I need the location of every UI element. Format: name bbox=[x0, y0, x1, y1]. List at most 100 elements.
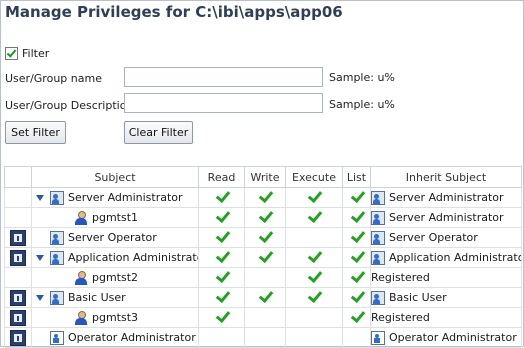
list-cell bbox=[342, 287, 371, 308]
check-icon bbox=[215, 270, 229, 282]
inherit-subject-name: Application Administrator bbox=[389, 250, 522, 264]
clear-filter-button[interactable]: Clear Filter bbox=[124, 121, 193, 144]
subject-cell: pgmtst2 bbox=[31, 267, 199, 288]
inherit-subject-cell: Server Administrator bbox=[370, 187, 522, 208]
subject-name[interactable]: pgmtst2 bbox=[92, 271, 138, 284]
subject-name[interactable]: Server Administrator bbox=[68, 191, 183, 204]
list-cell bbox=[342, 307, 371, 328]
execute-cell bbox=[285, 247, 343, 268]
user-group-description-label: User/Group Description bbox=[5, 99, 134, 112]
inherit-subject-cell: Registered bbox=[370, 307, 522, 328]
group-icon bbox=[371, 190, 385, 205]
check-icon bbox=[350, 290, 364, 302]
table-row[interactable]: Server Administrator Server Administrator bbox=[4, 187, 522, 208]
role-icon bbox=[50, 330, 64, 345]
user-group-description-input[interactable] bbox=[124, 93, 323, 113]
sample-hint-1: Sample: u% bbox=[329, 71, 395, 84]
subject-name[interactable]: pgmtst3 bbox=[92, 311, 138, 324]
check-icon bbox=[215, 230, 229, 242]
edit-privileges-icon[interactable] bbox=[10, 229, 26, 246]
subject-name[interactable]: Operator Administrator bbox=[68, 331, 196, 344]
header-inherit-subject[interactable]: Inherit Subject bbox=[370, 166, 522, 188]
read-cell bbox=[198, 247, 245, 268]
read-cell bbox=[198, 187, 245, 208]
read-cell bbox=[198, 327, 245, 348]
subject-cell: Operator Administrator bbox=[31, 327, 199, 348]
edit-privileges-icon[interactable] bbox=[10, 289, 26, 306]
check-icon bbox=[350, 270, 364, 282]
execute-cell bbox=[285, 207, 343, 228]
execute-cell bbox=[285, 307, 343, 328]
table-row[interactable]: Basic User Basic User bbox=[4, 287, 522, 308]
edit-privileges-icon[interactable] bbox=[10, 249, 26, 266]
group-icon bbox=[50, 230, 64, 245]
list-cell bbox=[342, 327, 371, 348]
header-list[interactable]: List bbox=[342, 166, 371, 188]
subject-name[interactable]: Application Administrator bbox=[68, 251, 198, 264]
table-row[interactable]: pgmtst2 Registered bbox=[4, 267, 522, 288]
list-cell bbox=[342, 247, 371, 268]
check-icon bbox=[307, 290, 321, 302]
write-cell bbox=[244, 207, 286, 228]
header-edit-column bbox=[4, 166, 32, 188]
row-edit-cell bbox=[4, 327, 32, 348]
table-row[interactable]: Server Operator Server Operator bbox=[4, 227, 522, 248]
row-edit-cell bbox=[4, 267, 32, 288]
check-icon bbox=[215, 310, 229, 322]
subject-name[interactable]: Basic User bbox=[68, 291, 126, 304]
table-row[interactable]: Application Administrator Application Adm… bbox=[4, 247, 522, 268]
edit-privileges-icon[interactable] bbox=[10, 309, 26, 326]
write-cell bbox=[244, 267, 286, 288]
header-subject[interactable]: Subject bbox=[31, 166, 199, 188]
write-cell bbox=[244, 287, 286, 308]
check-icon bbox=[307, 210, 321, 222]
privileges-table: Subject Read Write Execute List Inherit … bbox=[4, 166, 522, 348]
header-write[interactable]: Write bbox=[244, 166, 286, 188]
row-edit-cell bbox=[4, 227, 32, 248]
set-filter-button[interactable]: Set Filter bbox=[5, 121, 66, 144]
check-icon bbox=[350, 190, 364, 202]
inherit-subject-cell: Server Operator bbox=[370, 227, 522, 248]
write-cell bbox=[244, 327, 286, 348]
inherit-subject-name: Registered bbox=[371, 271, 430, 284]
inherit-subject-cell: Basic User bbox=[370, 287, 522, 308]
expand-arrow-icon[interactable] bbox=[36, 294, 44, 301]
subject-name[interactable]: Server Operator bbox=[68, 231, 157, 244]
check-icon bbox=[258, 250, 272, 262]
write-cell bbox=[244, 307, 286, 328]
list-cell bbox=[342, 227, 371, 248]
filter-toggle[interactable]: Filter bbox=[5, 47, 49, 60]
check-icon bbox=[350, 250, 364, 262]
subject-name[interactable]: pgmtst1 bbox=[92, 211, 138, 224]
check-icon bbox=[307, 270, 321, 282]
execute-cell bbox=[285, 327, 343, 348]
row-edit-cell bbox=[4, 307, 32, 328]
header-execute[interactable]: Execute bbox=[285, 166, 343, 188]
inherit-subject-cell: Registered bbox=[370, 267, 522, 288]
sample-hint-2: Sample: u% bbox=[329, 98, 395, 111]
check-icon bbox=[258, 190, 272, 202]
table-row[interactable]: Operator Administrator Operator Administr… bbox=[4, 327, 522, 348]
subject-cell: Application Administrator bbox=[31, 247, 199, 268]
filter-checkbox[interactable] bbox=[5, 47, 18, 60]
write-cell bbox=[244, 187, 286, 208]
table-row[interactable]: pgmtst3 Registered bbox=[4, 307, 522, 328]
check-icon bbox=[307, 250, 321, 262]
subject-cell: pgmtst1 bbox=[31, 207, 199, 228]
inherit-subject-name: Server Administrator bbox=[389, 210, 504, 224]
table-row[interactable]: pgmtst1 Server Administrator bbox=[4, 207, 522, 228]
header-read[interactable]: Read bbox=[198, 166, 245, 188]
list-cell bbox=[342, 207, 371, 228]
expand-arrow-icon[interactable] bbox=[36, 194, 44, 201]
user-group-name-input[interactable] bbox=[124, 67, 323, 87]
inherit-subject-name: Basic User bbox=[389, 290, 447, 304]
filter-label: Filter bbox=[22, 47, 50, 60]
read-cell bbox=[198, 307, 245, 328]
inherit-subject-cell: Server Administrator bbox=[370, 207, 522, 228]
check-icon bbox=[215, 250, 229, 262]
check-icon bbox=[215, 190, 229, 202]
expand-arrow-icon[interactable] bbox=[36, 254, 44, 261]
list-cell bbox=[342, 267, 371, 288]
edit-privileges-icon[interactable] bbox=[10, 329, 26, 346]
user-icon bbox=[74, 270, 88, 285]
